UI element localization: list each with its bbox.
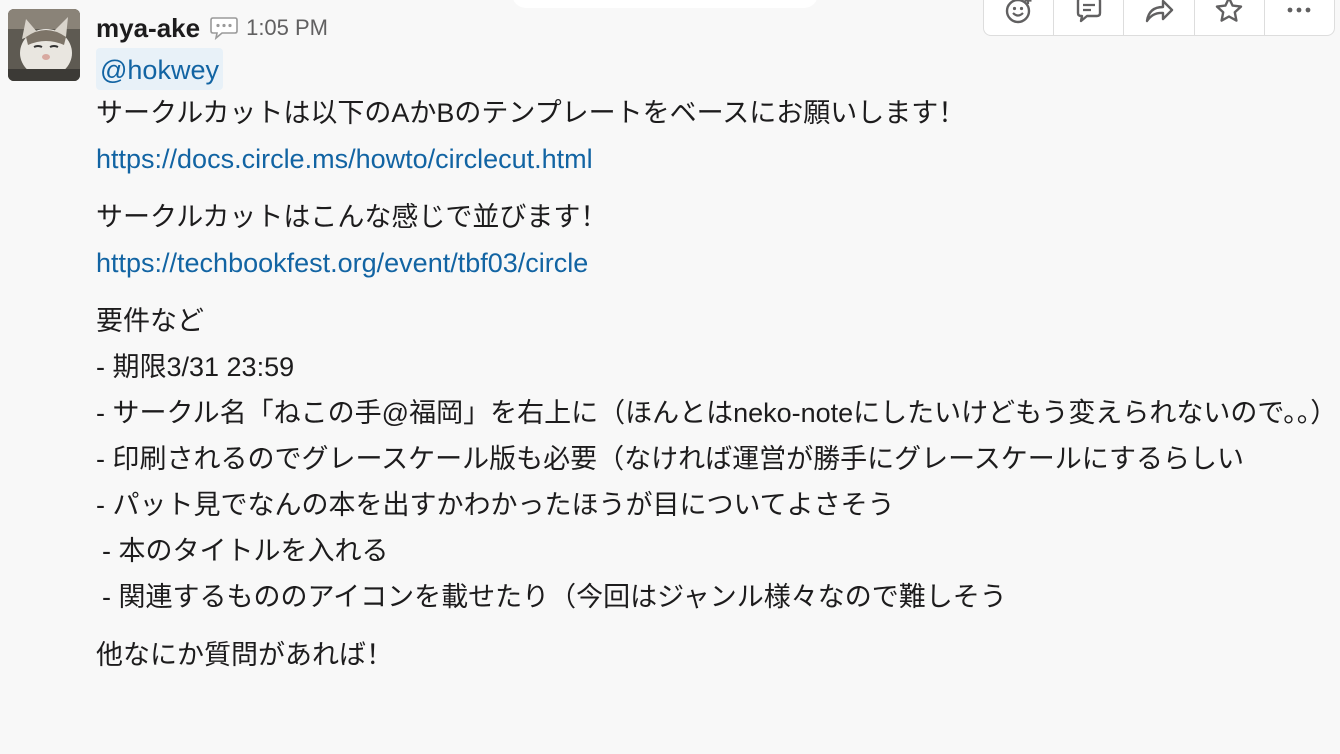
- share-message-button[interactable]: [1124, 0, 1195, 35]
- star-icon: [1216, 0, 1243, 22]
- thread-reply-icon: [1076, 0, 1101, 23]
- more-icon: [1288, 7, 1311, 13]
- text-line: 要件など: [96, 306, 204, 336]
- mention[interactable]: @hokwey: [96, 48, 223, 90]
- text-line: - 印刷されるのでグレースケール版も必要（なければ運営が勝手にグレースケールにす…: [96, 444, 1245, 474]
- add-reaction-button[interactable]: [984, 0, 1055, 35]
- message-header: mya-ake 1:05 PM: [96, 8, 328, 48]
- top-pill: [512, 0, 818, 8]
- text-line: サークルカットはこんな感じで並びます！: [96, 202, 608, 232]
- link-circlecut[interactable]: https://docs.circle.ms/howto/circlecut.h…: [96, 144, 593, 174]
- more-actions-button[interactable]: [1265, 0, 1334, 35]
- avatar[interactable]: [8, 9, 80, 81]
- reply-thread-button[interactable]: [1054, 0, 1125, 35]
- message-body: @hokwey サークルカットは以下のAかBのテンプレートをベースにお願いします…: [96, 48, 1338, 678]
- text-line: サークルカットは以下のAかBのテンプレートをベースにお願いします！: [96, 98, 966, 128]
- share-icon: [1145, 0, 1174, 23]
- emoji-icon: [1005, 0, 1032, 24]
- link-techbookfest[interactable]: https://techbookfest.org/event/tbf03/cir…: [96, 248, 588, 278]
- text-line: - 期限3/31 23:59: [96, 352, 295, 382]
- text-line: - サークル名「ねこの手@福岡」を右上に（ほんとはneko-noteにしたいけど…: [96, 398, 1338, 428]
- message-actions-toolbar: [983, 0, 1335, 36]
- text-line: 他なにか質問があれば！: [96, 640, 393, 670]
- timestamp[interactable]: 1:05 PM: [246, 15, 328, 41]
- star-message-button[interactable]: [1195, 0, 1265, 35]
- text-line: - 関連するもののアイコンを載せたり（今回はジャンル様々なので難しそう: [102, 582, 1007, 612]
- speech-bubble-icon[interactable]: [210, 15, 238, 41]
- username[interactable]: mya-ake: [96, 13, 200, 44]
- text-line: - パット見でなんの本を出すかわかったほうが目についてよさそう: [96, 490, 895, 520]
- text-line: - 本のタイトルを入れる: [102, 536, 389, 566]
- avatar-cat-image: [8, 9, 80, 81]
